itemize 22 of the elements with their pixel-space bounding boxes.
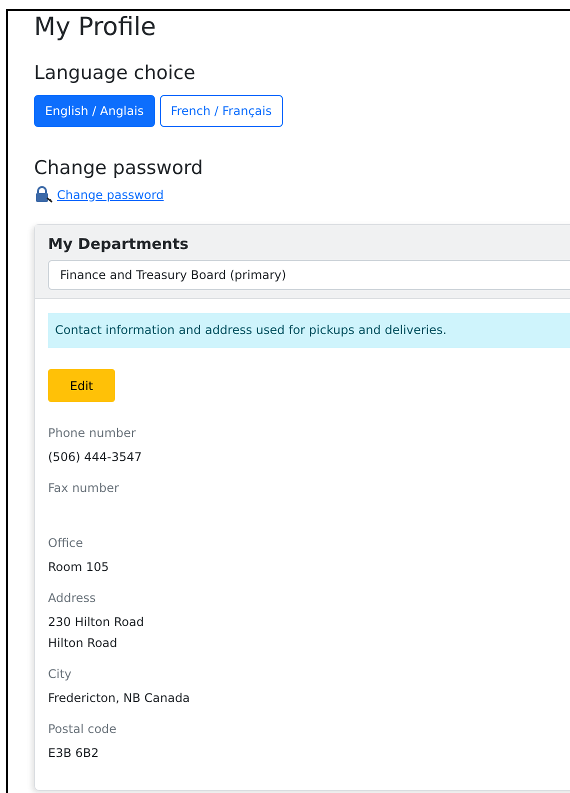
field-label: Postal code [48,721,118,737]
section-heading: Change password [34,156,204,180]
field-label: Office [48,535,84,551]
page-title: My Profile [34,11,158,43]
info-notice: Contact information and address used for pickups and deliveries. [48,313,570,348]
field-value: Room 105 [48,559,110,576]
language-button[interactable]: French / Français [160,95,283,127]
field-value: (506) 444-3547 [48,449,143,466]
lock-icon [34,186,54,203]
field-value: Fredericton, NB Canada [48,690,191,707]
field-label: Phone number [48,425,137,441]
language-button[interactable]: English / Anglais [34,95,155,127]
card-title: My Departments [48,234,190,254]
section-heading: Language choice [34,61,196,85]
field-value: 230 Hilton Road Hilton Road [48,614,145,652]
field-value: E3B 6B2 [48,745,100,762]
field-label: Fax number [48,480,120,496]
change-password-link[interactable]: Change password [57,188,164,202]
edit-button[interactable]: Edit [48,369,115,402]
department-select[interactable]: Finance and Treasury Board (primary) [48,260,570,290]
field-label: City [48,666,73,682]
field-label: Address [48,590,97,606]
